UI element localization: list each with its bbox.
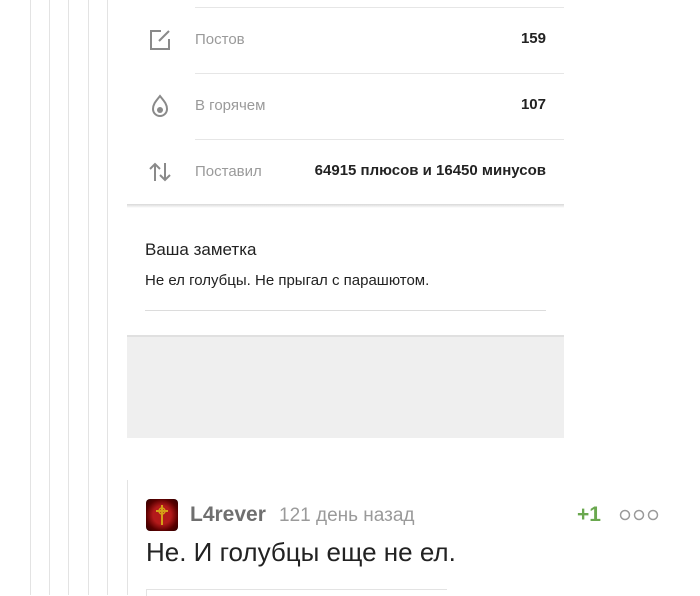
flame-icon xyxy=(147,93,173,119)
divider xyxy=(195,73,564,74)
comment-rating: +1 xyxy=(577,503,601,526)
stat-label-rated: Поставил xyxy=(195,163,262,180)
thread-line xyxy=(68,0,69,595)
comment-thread-line xyxy=(127,480,128,595)
stat-row-hot[interactable]: В горячем 107 xyxy=(127,73,564,139)
thread-line xyxy=(107,0,108,595)
stat-value-rated: 64915 плюсов и 16450 минусов xyxy=(314,162,546,179)
arrows-up-down-icon xyxy=(147,159,173,185)
card-divider xyxy=(127,204,564,208)
note-title: Ваша заметка xyxy=(145,240,257,259)
stat-value-hot: 107 xyxy=(520,96,546,113)
stat-label-posts: Постов xyxy=(195,31,245,48)
note-underline xyxy=(145,310,546,311)
stat-value-posts: 159 xyxy=(520,30,546,47)
stat-row-posts[interactable]: Постов 159 xyxy=(127,7,564,73)
comment-author[interactable]: L4rever xyxy=(190,503,266,527)
comment-text: Не. И голубцы еще не ел. xyxy=(146,537,456,567)
divider xyxy=(195,139,564,140)
avatar[interactable] xyxy=(146,499,178,531)
edit-icon xyxy=(147,27,173,53)
thread-line xyxy=(30,0,31,595)
thread-line xyxy=(49,0,50,595)
more-options-icon[interactable] xyxy=(619,507,659,523)
card-footer-area xyxy=(127,335,564,438)
stat-label-hot: В горячем xyxy=(195,97,266,114)
note-text[interactable]: Не ел голубцы. Не прыгал с парашютом. xyxy=(145,272,429,289)
comment-time[interactable]: 121 день назад xyxy=(279,505,415,527)
stat-row-rated[interactable]: Поставил 64915 плюсов и 16450 минусов xyxy=(127,139,564,205)
profile-card: Постов 159 В горячем 107 Поставил 64915 … xyxy=(127,0,564,438)
divider xyxy=(195,7,564,8)
thread-line xyxy=(88,0,89,595)
